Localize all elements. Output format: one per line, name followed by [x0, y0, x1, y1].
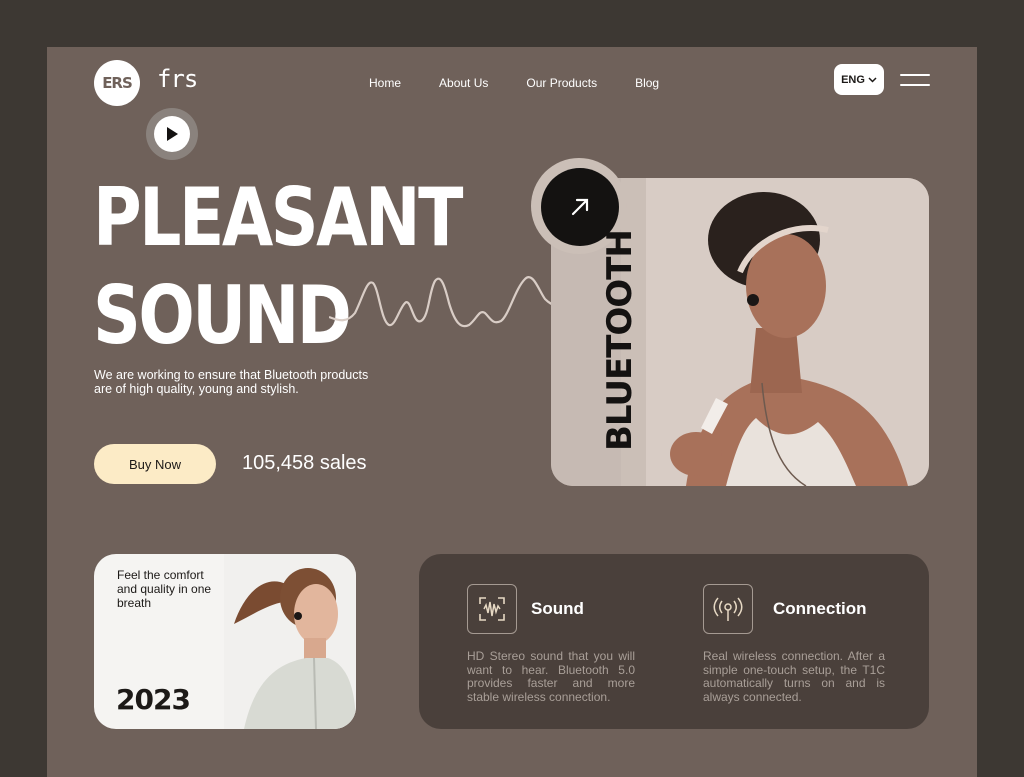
features-panel: Sound HD Stereo sound that you will want…	[419, 554, 929, 729]
nav-home[interactable]: Home	[369, 76, 401, 90]
feature-connection-description: Real wireless connection. After a simple…	[703, 649, 885, 704]
sound-wave-decoration	[329, 276, 555, 328]
brand-name[interactable]: frs	[157, 65, 198, 93]
bluetooth-vertical-label: BLUETOOTH	[600, 230, 640, 451]
sound-wave-icon	[467, 584, 517, 634]
arrow-up-right-icon	[571, 198, 589, 216]
logo-mark[interactable]: ERS	[94, 60, 140, 106]
hero-title-line1: PLEASANT	[93, 171, 463, 264]
hamburger-menu-icon[interactable]	[900, 73, 930, 87]
nav-blog[interactable]: Blog	[635, 76, 659, 90]
play-video-button[interactable]	[154, 116, 190, 152]
play-icon	[167, 127, 178, 141]
feature-connection-title: Connection	[773, 599, 867, 618]
promo-year: 2023	[116, 683, 191, 716]
model-with-earbuds-image	[646, 178, 929, 486]
running-woman-image	[224, 554, 356, 729]
main-nav: Home About Us Our Products Blog	[369, 76, 659, 90]
logo-mark-text: ERS	[102, 74, 133, 92]
buy-now-button[interactable]: Buy Now	[94, 444, 216, 484]
promo-tagline: Feel the comfort and quality in one brea…	[117, 568, 212, 610]
sales-count: 105,458 sales	[242, 452, 367, 474]
chevron-down-icon	[868, 76, 877, 83]
language-selector[interactable]: ENG	[834, 64, 884, 95]
nav-about-us[interactable]: About Us	[439, 76, 488, 90]
nav-our-products[interactable]: Our Products	[526, 76, 597, 90]
landing-frame: ERS frs Home About Us Our Products Blog …	[47, 47, 977, 777]
hero-description: We are working to ensure that Bluetooth …	[94, 368, 369, 396]
language-label: ENG	[841, 73, 865, 86]
feature-sound-title: Sound	[531, 599, 584, 618]
feature-sound-description: HD Stereo sound that you will want to he…	[467, 649, 635, 704]
hero-title-line2: SOUND	[93, 269, 352, 362]
wireless-signal-icon	[703, 584, 753, 634]
promo-video-card[interactable]: Feel the comfort and quality in one brea…	[94, 554, 356, 729]
